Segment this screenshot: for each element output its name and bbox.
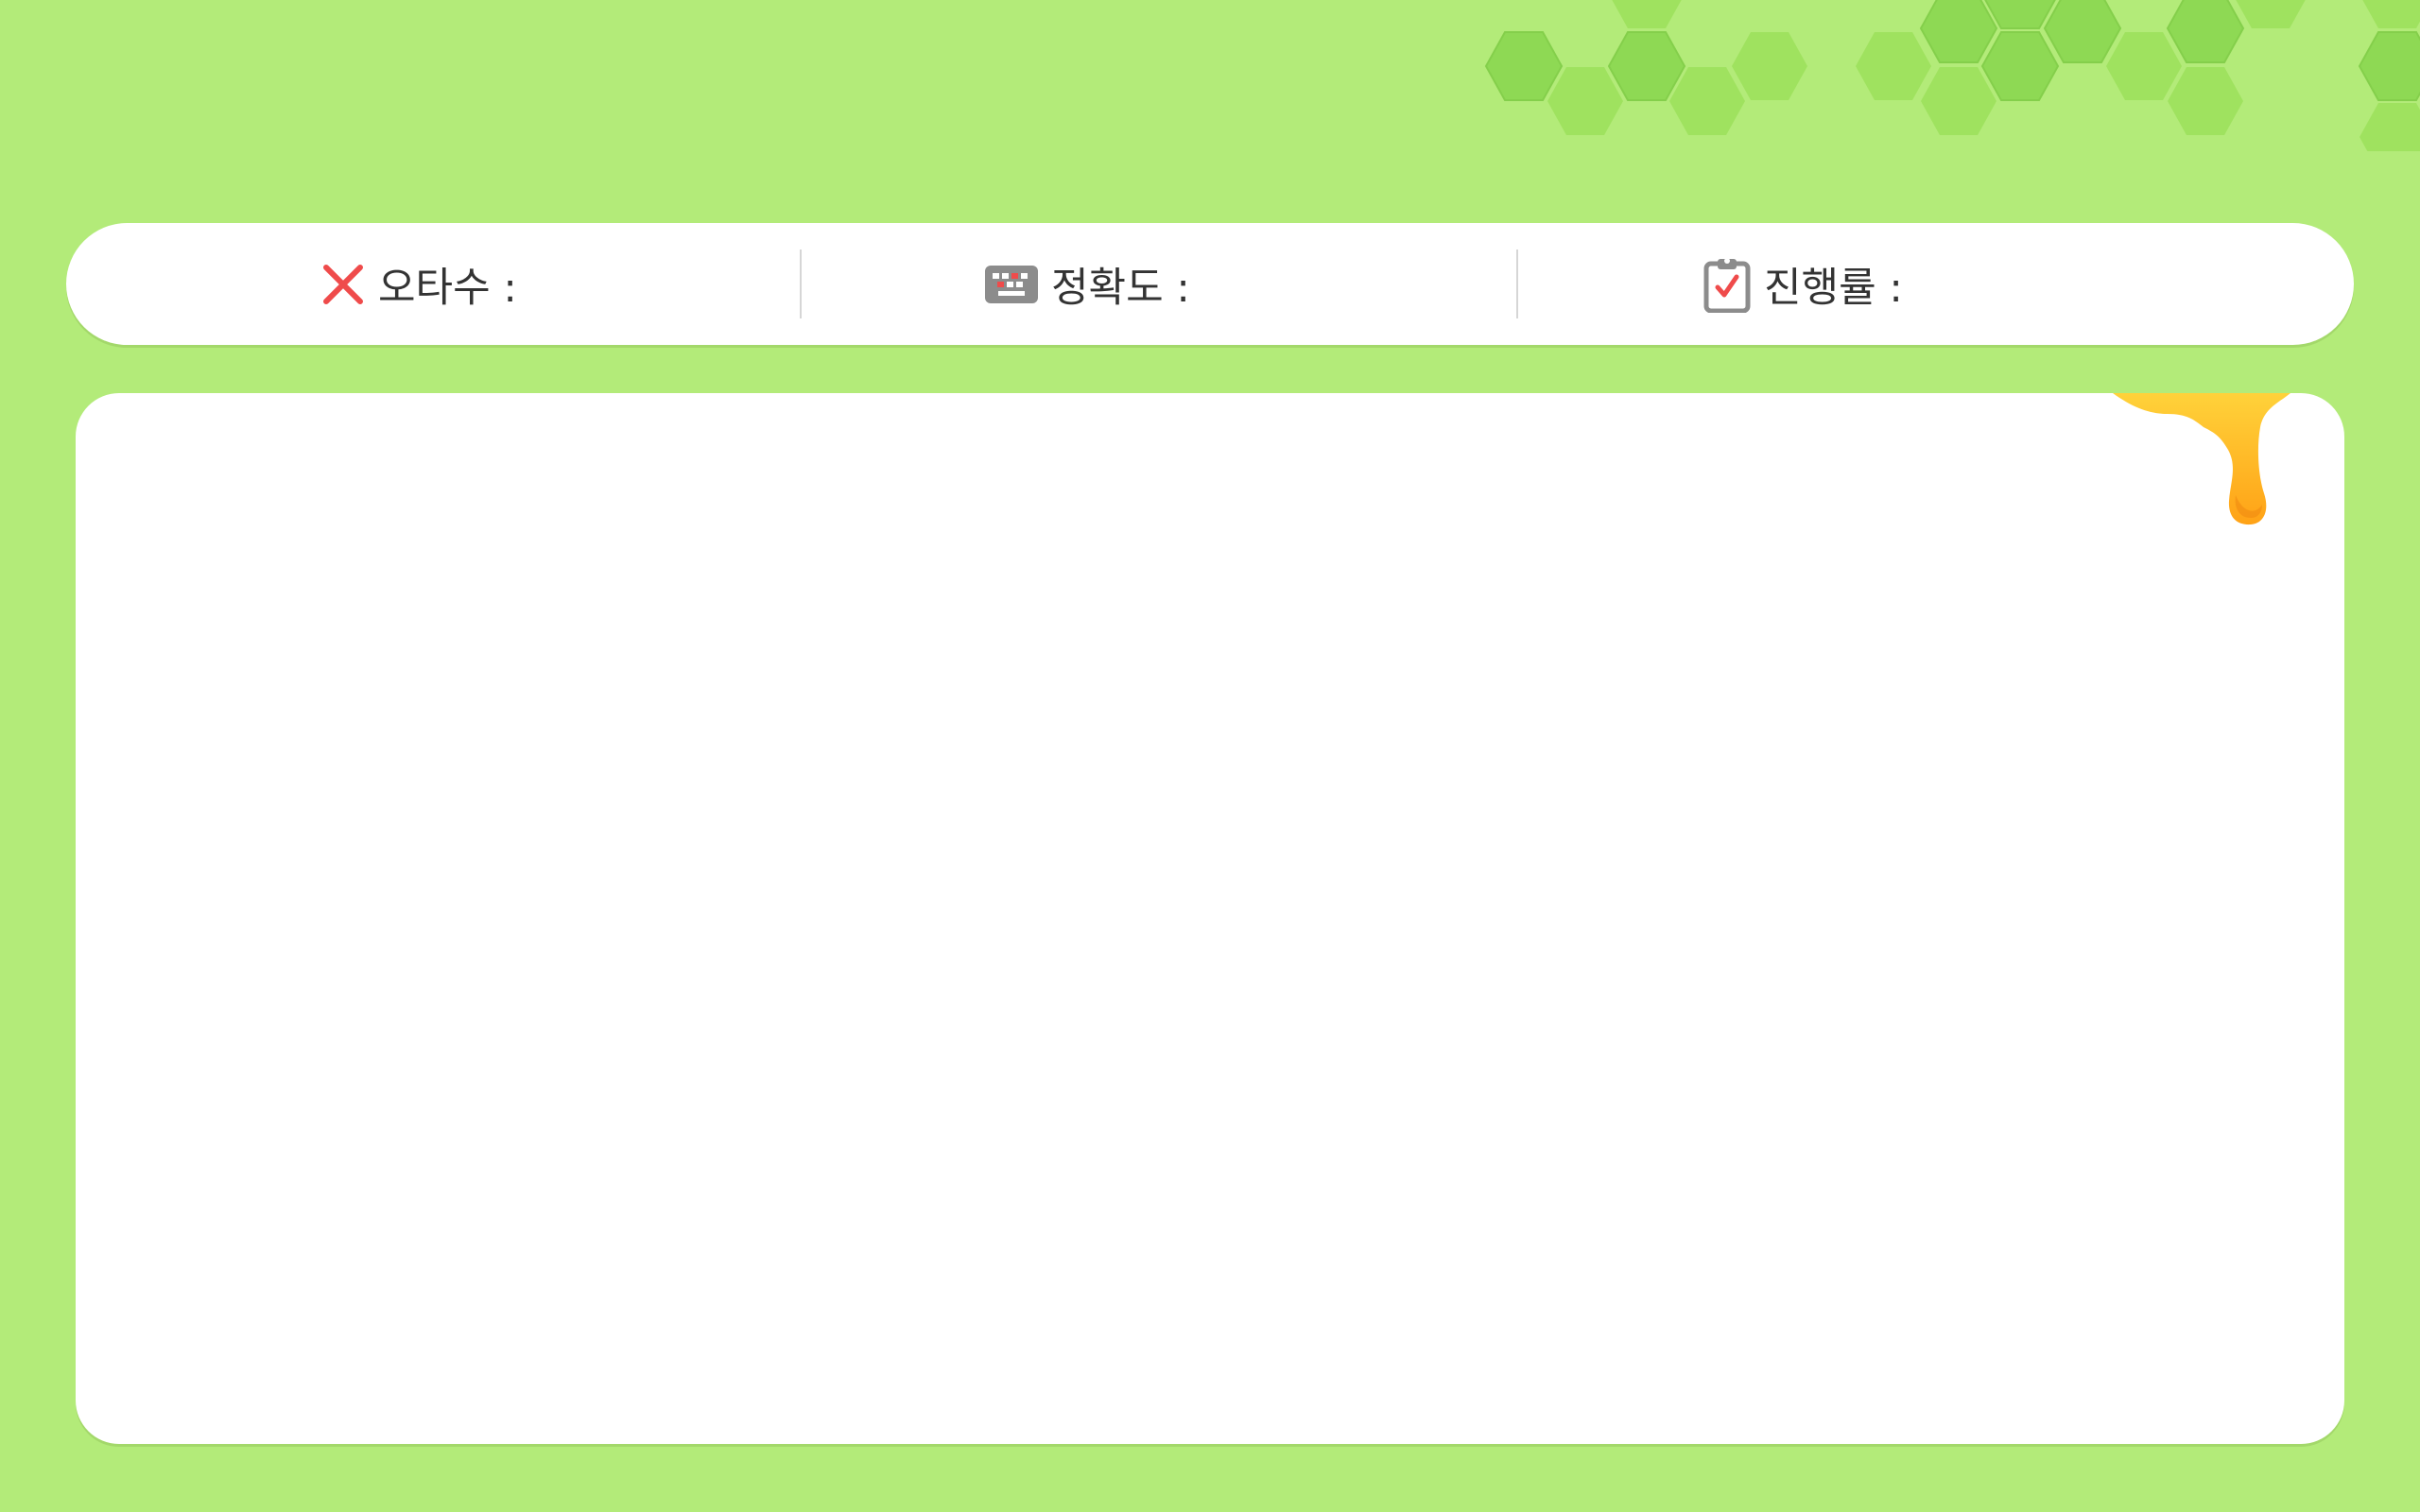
honeycomb-decoration [1485,0,2420,151]
error-count-stat: 오타수 : [321,223,517,345]
accuracy-label: 정확도 : [1051,264,1190,312]
x-icon [321,263,365,306]
error-count-label: 오타수 : [378,264,517,312]
progress-label: 진행률 : [1764,264,1903,312]
honey-drip-decoration [2113,393,2290,525]
progress-stat: 진행률 : [1703,223,1903,345]
keyboard-icon [985,265,1038,303]
accuracy-stat: 정확도 : [985,223,1190,345]
clipboard-check-icon [1703,256,1751,313]
stats-divider [1516,249,1518,318]
typing-stats-bar: 오타수 : 정확도 : 진행률: [66,223,2354,345]
typing-content-panel[interactable] [76,393,2344,1444]
stats-divider [800,249,802,318]
